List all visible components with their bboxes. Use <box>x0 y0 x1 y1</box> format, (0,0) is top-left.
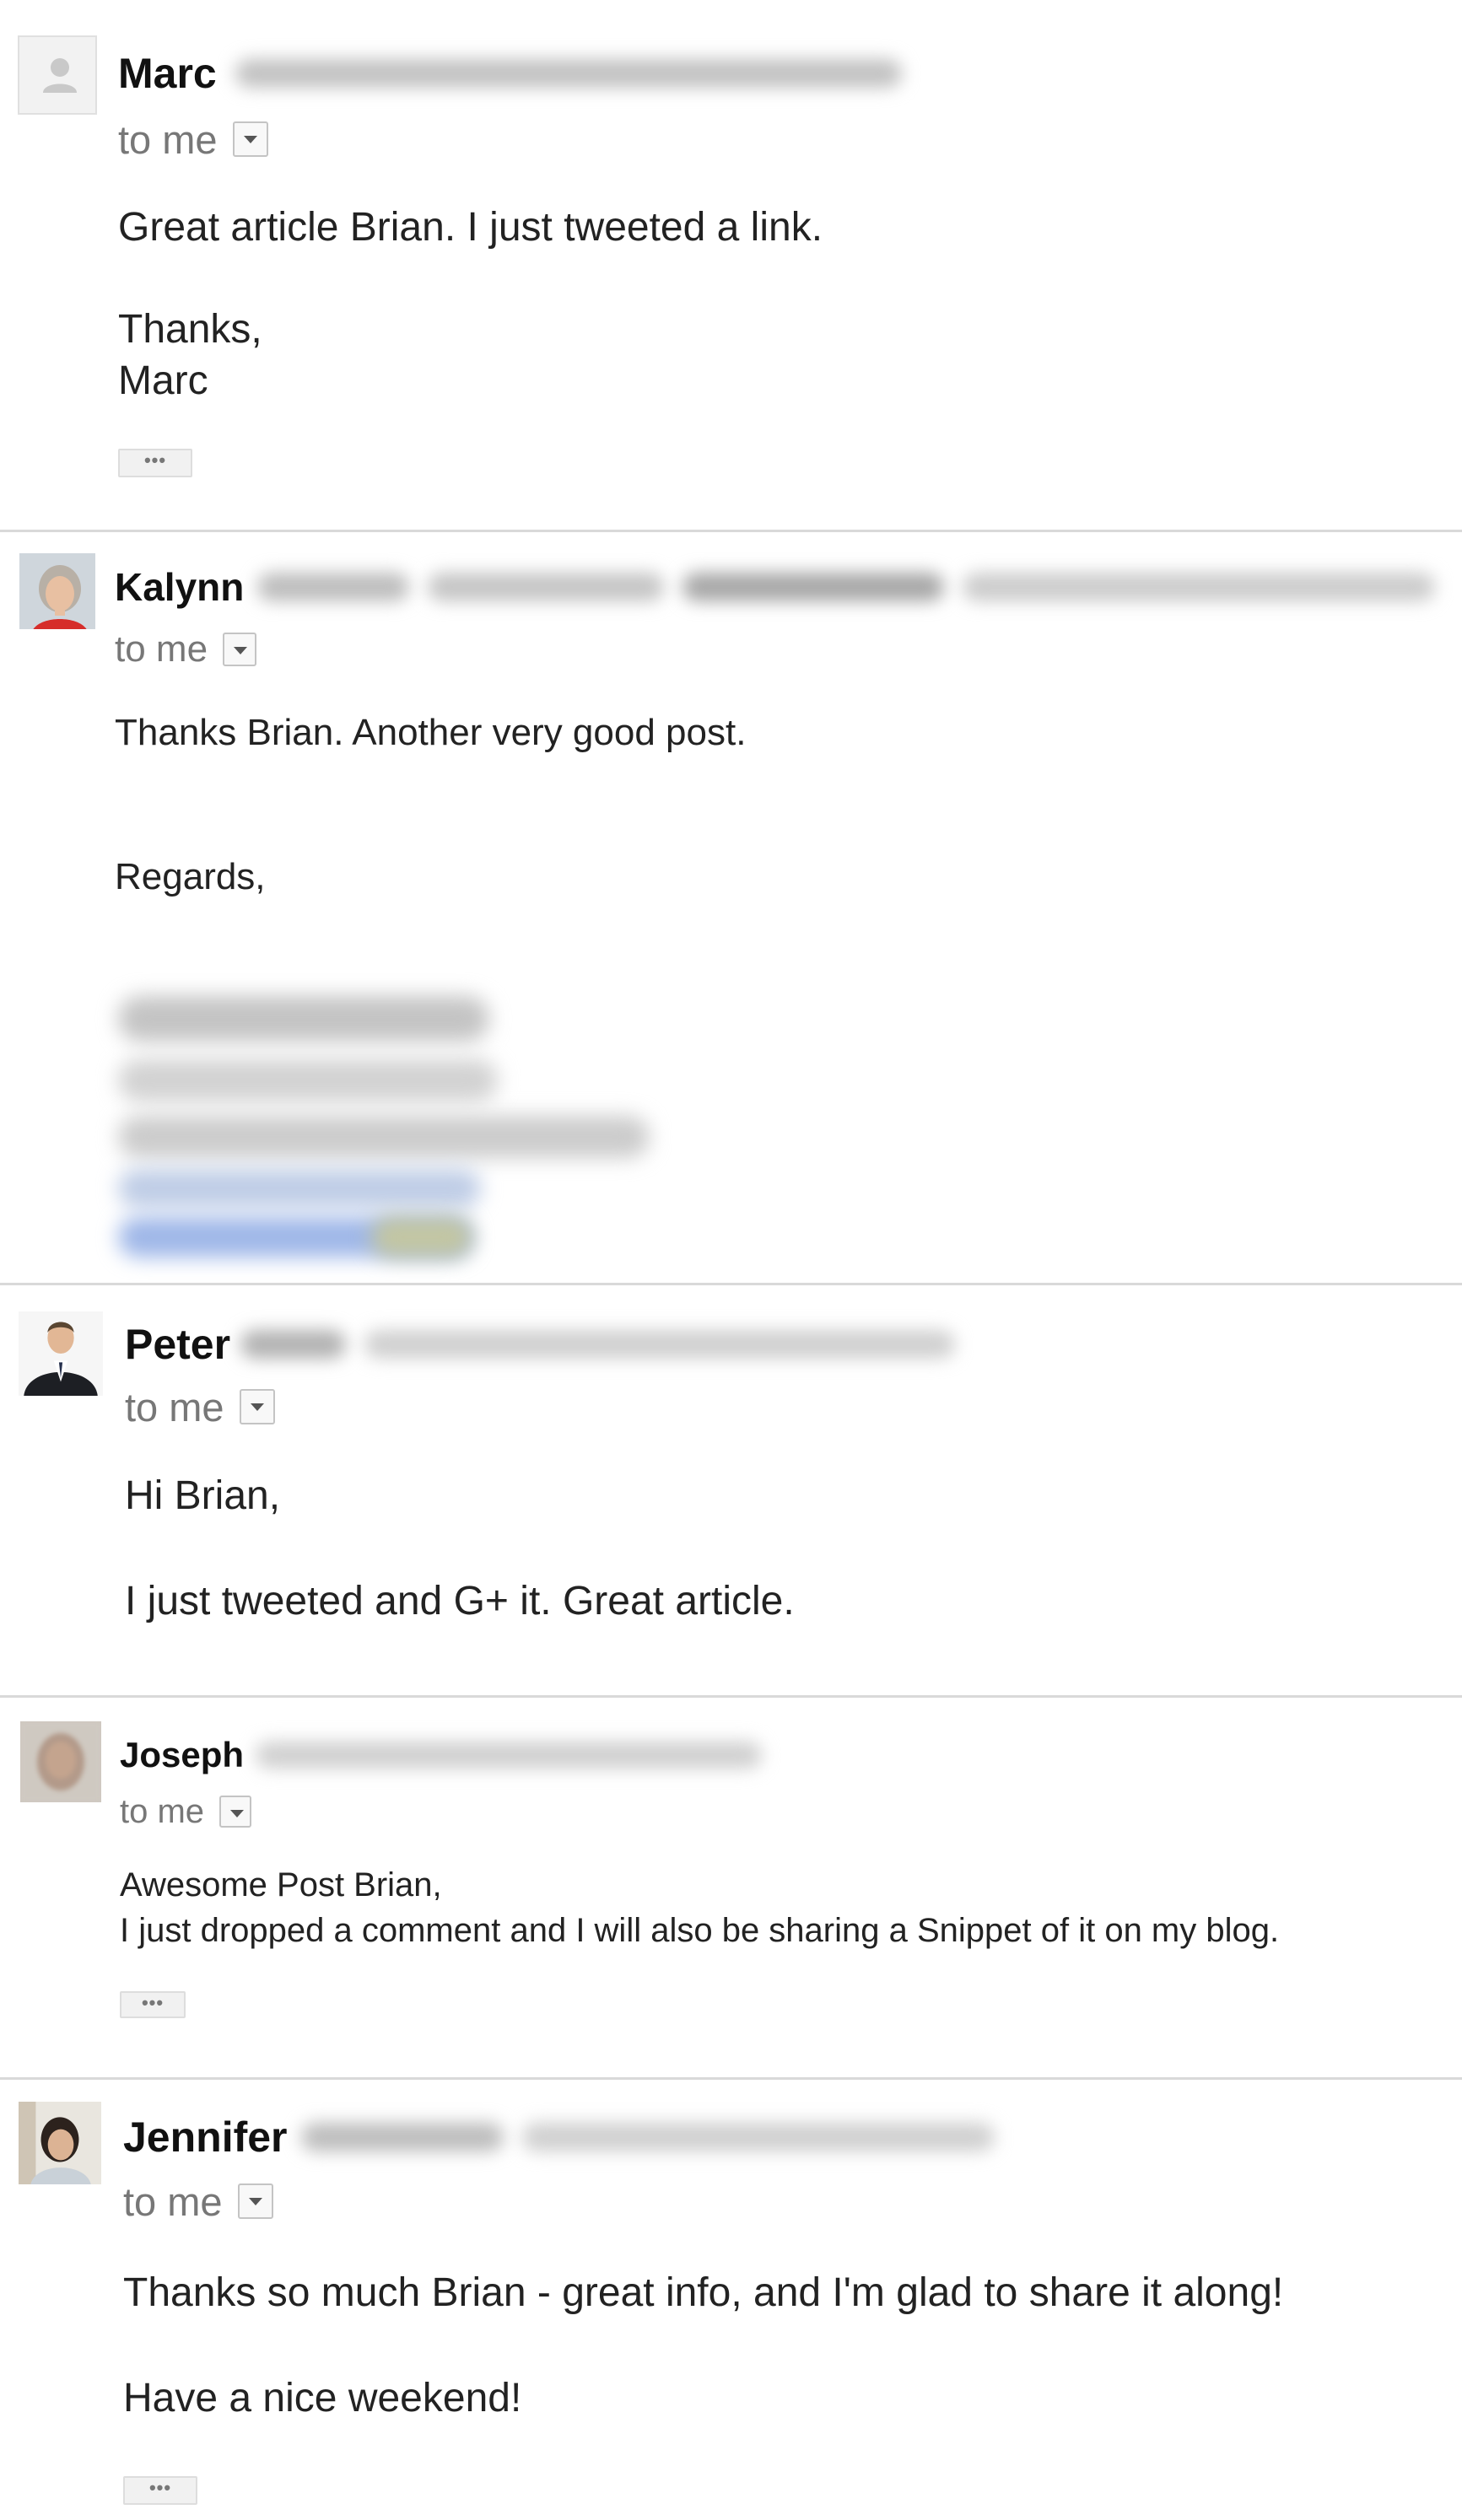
sender-email-redacted <box>240 1330 347 1359</box>
show-trimmed-content-button[interactable]: ••• <box>123 2476 197 2505</box>
profile-photo <box>20 1721 101 1802</box>
recipient-label: to me <box>115 628 208 670</box>
recipient-details-dropdown-icon[interactable] <box>237 2183 273 2219</box>
avatar[interactable] <box>18 35 97 115</box>
sender-email-redacted <box>521 2123 995 2151</box>
recipient-label: to me <box>123 2178 223 2224</box>
recipient-line: to me <box>118 116 268 162</box>
message-body-line: Marc <box>118 358 208 403</box>
message-body-line: Regards, <box>115 856 266 897</box>
sender-name[interactable]: Peter <box>125 1320 230 1369</box>
sender-line: Kalynn <box>115 561 1436 613</box>
sender-email-redacted <box>300 2123 504 2151</box>
email-message: Peter to me Hi Brian, I just tweeted and… <box>0 1285 1462 1695</box>
recipient-label: to me <box>118 116 218 162</box>
sender-email-redacted <box>235 59 902 88</box>
sender-name[interactable]: Marc <box>118 49 217 98</box>
email-message: Jennifer to me Thanks so much Brian - gr… <box>0 2080 1462 2520</box>
message-body-line: Hi Brian, <box>125 1473 281 1518</box>
show-trimmed-content-button[interactable]: ••• <box>118 449 192 477</box>
message-body-line: Thanks, <box>118 307 262 352</box>
show-trimmed-content-button[interactable]: ••• <box>120 1991 186 2018</box>
recipient-details-dropdown-icon[interactable] <box>219 1796 252 1828</box>
avatar[interactable] <box>19 2102 101 2184</box>
sender-email-redacted <box>963 573 1436 601</box>
sender-email-redacted <box>682 573 945 601</box>
profile-photo <box>19 1311 103 1396</box>
sender-email-redacted <box>256 1742 763 1769</box>
sender-email-redacted <box>364 1330 956 1359</box>
default-person-icon <box>43 58 77 93</box>
sender-email-redacted <box>428 573 665 601</box>
recipient-line: to me <box>115 628 257 670</box>
recipient-details-dropdown-icon[interactable] <box>239 1389 275 1424</box>
avatar[interactable] <box>19 1311 103 1397</box>
message-body-line: Thanks so much Brian - great info, and I… <box>123 2270 1284 2315</box>
recipient-line: to me <box>125 1384 275 1430</box>
email-message: Marc to me Great article Brian. I just t… <box>0 0 1462 527</box>
avatar[interactable] <box>20 1721 101 1802</box>
sender-name[interactable]: Kalynn <box>115 564 244 610</box>
sender-line: Jennifer <box>123 2110 995 2164</box>
sender-line: Marc <box>118 44 902 103</box>
sender-name[interactable]: Joseph <box>120 1735 244 1775</box>
message-body-line: Great article Brian. I just tweeted a li… <box>118 205 823 250</box>
sender-line: Joseph <box>120 1731 763 1779</box>
profile-photo <box>19 553 95 629</box>
message-body-line: Awesome Post Brian, <box>120 1866 442 1903</box>
email-message: Joseph to me Awesome Post Brian, I just … <box>0 1698 1462 2077</box>
sender-email-redacted <box>257 573 410 601</box>
sender-line: Peter <box>125 1317 956 1371</box>
recipient-label: to me <box>125 1384 224 1430</box>
message-body-line: Have a nice weekend! <box>123 2376 522 2420</box>
recipient-label: to me <box>120 1792 205 1830</box>
avatar[interactable] <box>19 553 95 629</box>
recipient-line: to me <box>123 2178 273 2224</box>
sender-name[interactable]: Jennifer <box>123 2113 288 2162</box>
recipient-details-dropdown-icon[interactable] <box>223 633 257 666</box>
profile-photo <box>19 2102 101 2184</box>
email-message: Kalynn to me Thanks Brian. Another very … <box>0 532 1462 1283</box>
message-body-line: I just tweeted and G+ it. Great article. <box>125 1579 795 1623</box>
message-body-line: I just dropped a comment and I will also… <box>120 1912 1280 1949</box>
recipient-line: to me <box>120 1792 252 1831</box>
recipient-details-dropdown-icon[interactable] <box>232 121 268 157</box>
message-body-line: Thanks Brian. Another very good post. <box>115 712 747 753</box>
